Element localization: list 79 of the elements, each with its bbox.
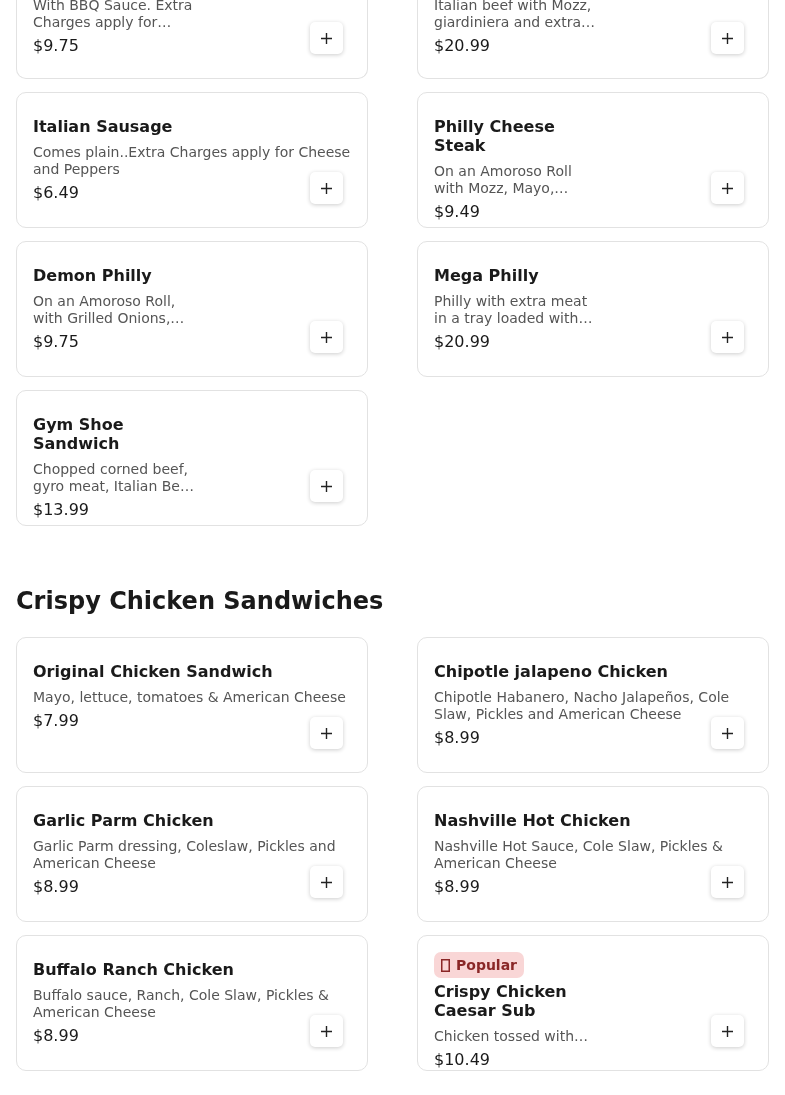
item-description: Nashville Hot Sauce, Cole Slaw, Pickles & American Cheese — [434, 838, 724, 872]
item-price: $9.75 — [33, 36, 79, 56]
add-button[interactable] — [310, 717, 343, 749]
item-price: $13.99 — [33, 500, 89, 520]
plus-icon — [321, 32, 332, 44]
item-price: $8.99 — [434, 877, 480, 897]
item-name: Original Chicken Sandwich — [33, 662, 273, 681]
plus-icon — [722, 1025, 733, 1037]
add-button[interactable] — [711, 717, 744, 749]
menu-item-card[interactable]: Buffalo Ranch Chicken Buffalo sauce, Ranch, Cole Slaw, Pickles & American Cheese $8.99 — [16, 935, 368, 1071]
item-description: On an Amoroso Roll, with Grilled Onions,… — [33, 293, 186, 327]
add-button[interactable] — [310, 470, 343, 502]
item-name: Demon Philly — [33, 266, 152, 285]
item-price: $8.99 — [33, 877, 79, 897]
plus-icon — [722, 182, 733, 194]
item-description: Mayo, lettuce, tomatoes & American Cheese — [33, 689, 346, 706]
plus-icon — [722, 331, 733, 343]
menu-item-card[interactable]: Popular Crispy Chicken Caesar Sub Chicken tossed with… $10.49 — [417, 935, 769, 1071]
plus-icon — [321, 331, 332, 343]
item-description: Comes plain..Extra Charges apply for Cheese and Peppers — [33, 144, 351, 178]
item-price: $8.99 — [33, 1026, 79, 1046]
item-description: Chipotle Habanero, Nacho Jalapeños, Cole Slaw, Pickles and American Cheese — [434, 689, 731, 723]
plus-icon — [722, 32, 733, 44]
plus-icon — [321, 182, 332, 194]
item-price: $7.99 — [33, 711, 79, 731]
add-button[interactable] — [711, 22, 744, 54]
item-price: $6.49 — [33, 183, 79, 203]
plus-icon — [722, 876, 733, 888]
item-price: $9.49 — [434, 202, 480, 222]
item-name: Italian Sausage — [33, 117, 173, 136]
item-name: Chipotle jalapeno Chicken — [434, 662, 668, 681]
add-button[interactable] — [310, 172, 343, 204]
add-button[interactable] — [711, 866, 744, 898]
item-description: Garlic Parm dressing, Coleslaw, Pickles and American Cheese — [33, 838, 337, 872]
menu-item-card[interactable]: With BBQ Sauce. Extra Charges apply for… $9.75 — [16, 0, 368, 79]
item-price: $10.49 — [434, 1050, 490, 1070]
menu-item-card[interactable]: Italian beef with Mozz, giardiniera and extra… $20.99 — [417, 0, 769, 79]
add-button[interactable] — [310, 866, 343, 898]
item-description: Italian beef with Mozz, giardiniera and extra… — [434, 0, 597, 31]
popular-badge: Popular — [434, 952, 525, 978]
plus-icon — [321, 1025, 332, 1037]
add-button[interactable] — [711, 321, 744, 353]
add-button[interactable] — [711, 172, 744, 204]
item-name: Crispy Chicken Caesar Sub — [434, 982, 568, 1020]
item-price: $20.99 — [434, 332, 490, 352]
item-description: Chicken tossed with… — [434, 1028, 589, 1045]
menu-item-card[interactable]: Chipotle jalapeno Chicken Chipotle Habanero, Nacho Jalapeños, Cole Slaw, Pickles and American Cheese $8.99 — [417, 637, 769, 773]
item-name: Nashville Hot Chicken — [434, 811, 631, 830]
add-button[interactable] — [711, 1015, 744, 1047]
add-button[interactable] — [310, 22, 343, 54]
item-price: $20.99 — [434, 36, 490, 56]
add-button[interactable] — [310, 321, 343, 353]
item-description: On an Amoroso Roll with Mozz, Mayo,… — [434, 163, 573, 197]
menu-item-card[interactable]: Italian Sausage Comes plain..Extra Charges apply for Cheese and Peppers $6.49 — [16, 92, 368, 228]
item-description: Buffalo sauce, Ranch, Cole Slaw, Pickles & American Cheese — [33, 987, 330, 1021]
plus-icon — [321, 876, 332, 888]
item-name: Garlic Parm Chicken — [33, 811, 214, 830]
item-name: Gym Shoe Sandwich — [33, 415, 125, 453]
item-price: $9.75 — [33, 332, 79, 352]
add-button[interactable] — [310, 1015, 343, 1047]
item-name: Philly Cheese Steak — [434, 117, 556, 155]
menu-item-card[interactable]: Demon Philly On an Amoroso Roll, with Grilled Onions,… $9.75 — [16, 241, 368, 377]
menu-item-card[interactable]: Mega Philly Philly with extra meat in a tray loaded with… $20.99 — [417, 241, 769, 377]
menu-item-card[interactable]: Philly Cheese Steak On an Amoroso Roll with Mozz, Mayo,… $9.49 — [417, 92, 769, 228]
item-price: $8.99 — [434, 728, 480, 748]
menu-item-card[interactable]: Garlic Parm Chicken Garlic Parm dressing, Coleslaw, Pickles and American Cheese $8.99 — [16, 786, 368, 922]
menu-item-card[interactable]: Gym Shoe Sandwich Chopped corned beef, gyro meat, Italian Be… $13.99 — [16, 390, 368, 526]
menu-item-card[interactable]: Original Chicken Sandwich Mayo, lettuce, tomatoes & American Cheese $7.99 — [16, 637, 368, 773]
item-description: Philly with extra meat in a tray loaded with… — [434, 293, 594, 327]
menu-item-card[interactable]: Nashville Hot Chicken Nashville Hot Sauce, Cole Slaw, Pickles & American Cheese $8.99 — [417, 786, 769, 922]
placeholder-glyph-icon — [441, 958, 450, 972]
item-name: Mega Philly — [434, 266, 539, 285]
item-description: Chopped corned beef, gyro meat, Italian Be… — [33, 461, 195, 495]
plus-icon — [722, 727, 733, 739]
item-description: With BBQ Sauce. Extra Charges apply for… — [33, 0, 194, 31]
section-heading: Crispy Chicken Sandwiches — [16, 586, 384, 616]
plus-icon — [321, 727, 332, 739]
plus-icon — [321, 480, 332, 492]
item-name: Buffalo Ranch Chicken — [33, 960, 234, 979]
